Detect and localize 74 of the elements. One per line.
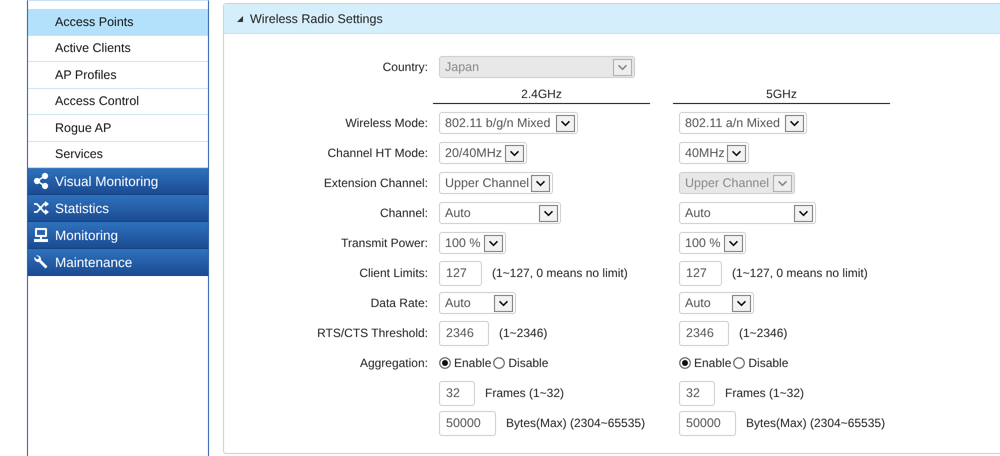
radio-label: Disable [508, 356, 548, 370]
dropdown[interactable]: 40MHz [679, 142, 749, 164]
caret-icon [505, 144, 524, 162]
dropdown[interactable]: Auto [439, 292, 516, 314]
panel-header[interactable]: Wireless Radio Settings [224, 4, 1000, 34]
sidebar-item[interactable]: Access Control [28, 88, 208, 115]
sidebar-group[interactable]: Statistics [28, 195, 208, 222]
dropdown[interactable]: 100 % [439, 232, 506, 254]
hint-text: (1~127, 0 means no limit) [732, 266, 868, 280]
caret-icon [785, 114, 804, 132]
sidebar-item[interactable]: Services [28, 142, 208, 168]
field-label: Country: [382, 60, 428, 74]
radio-button[interactable] [679, 357, 691, 369]
computer-icon [33, 227, 49, 243]
hint-text: Frames (1~32) [485, 386, 564, 400]
column-header: 5GHz [673, 82, 890, 104]
dropdown[interactable]: Auto [439, 202, 561, 224]
caret-icon [539, 204, 558, 222]
radio-button[interactable] [493, 357, 506, 369]
field-label: Data Rate: [370, 296, 428, 310]
caret-icon [794, 204, 813, 222]
dropdown[interactable]: Upper Channel [439, 172, 553, 194]
share-icon [33, 173, 49, 189]
caret-icon [613, 58, 632, 76]
field-label: Transmit Power: [341, 236, 428, 250]
input-field[interactable]: 32 [439, 380, 475, 406]
hint-text: (1~2346) [499, 326, 548, 340]
caret-icon [727, 144, 746, 162]
caret-icon [494, 294, 513, 312]
hint-text: (1~127, 0 means no limit) [492, 266, 628, 280]
column-header: 2.4GHz [433, 82, 650, 104]
dropdown[interactable]: 20/40MHz [439, 142, 527, 164]
sidebar-item[interactable]: Active Clients [28, 36, 208, 62]
dropdown[interactable]: 100 % [679, 232, 746, 254]
hint-text: Frames (1~32) [725, 386, 804, 400]
field-label: Channel HT Mode: [328, 146, 428, 160]
input-field[interactable]: 127 [439, 260, 482, 286]
hint-text: Bytes(Max) (2304~65535) [746, 416, 886, 430]
wrench-icon [33, 254, 49, 270]
caret-icon [484, 234, 503, 252]
sidebar-group[interactable]: Monitoring [28, 222, 208, 249]
dropdown[interactable]: Auto [679, 292, 754, 314]
sidebar-group[interactable]: Maintenance [28, 249, 208, 276]
sidebar-group[interactable]: Visual Monitoring [28, 168, 208, 195]
caret-icon [556, 114, 575, 132]
field-label: RTS/CTS Threshold: [317, 326, 428, 340]
sidebar-item[interactable]: Access Points [28, 9, 208, 36]
input-field[interactable]: 50000 [679, 410, 736, 436]
input-field[interactable]: 2346 [679, 320, 729, 346]
field-label: Client Limits: [359, 266, 428, 280]
input-field[interactable]: 50000 [439, 410, 496, 436]
dropdown[interactable]: 802.11 b/g/n Mixed [439, 112, 578, 134]
input-field[interactable]: 32 [679, 380, 715, 406]
panel-title: Wireless Radio Settings [250, 12, 383, 26]
hint-text: Bytes(Max) (2304~65535) [506, 416, 646, 430]
field-label: Aggregation: [360, 356, 428, 370]
field-label: Channel: [380, 206, 428, 220]
caret-icon [732, 294, 751, 312]
caret-icon [724, 234, 743, 252]
hint-text: (1~2346) [739, 326, 788, 340]
radio-label: Disable [748, 356, 788, 370]
caret-icon [531, 174, 550, 192]
field-label: Wireless Mode: [345, 116, 428, 130]
shuffle-icon [33, 200, 49, 216]
radio-button[interactable] [733, 357, 746, 369]
caret-icon [773, 174, 792, 192]
radio-button[interactable] [439, 357, 451, 369]
dropdown[interactable]: Auto [679, 202, 816, 224]
radio-label: Enable [454, 356, 492, 370]
input-field[interactable]: 2346 [439, 320, 489, 346]
field-label: Extension Channel: [324, 176, 428, 190]
dropdown[interactable]: 802.11 a/n Mixed [679, 112, 807, 134]
radio-label: Enable [694, 356, 732, 370]
input-field[interactable]: 127 [679, 260, 722, 286]
